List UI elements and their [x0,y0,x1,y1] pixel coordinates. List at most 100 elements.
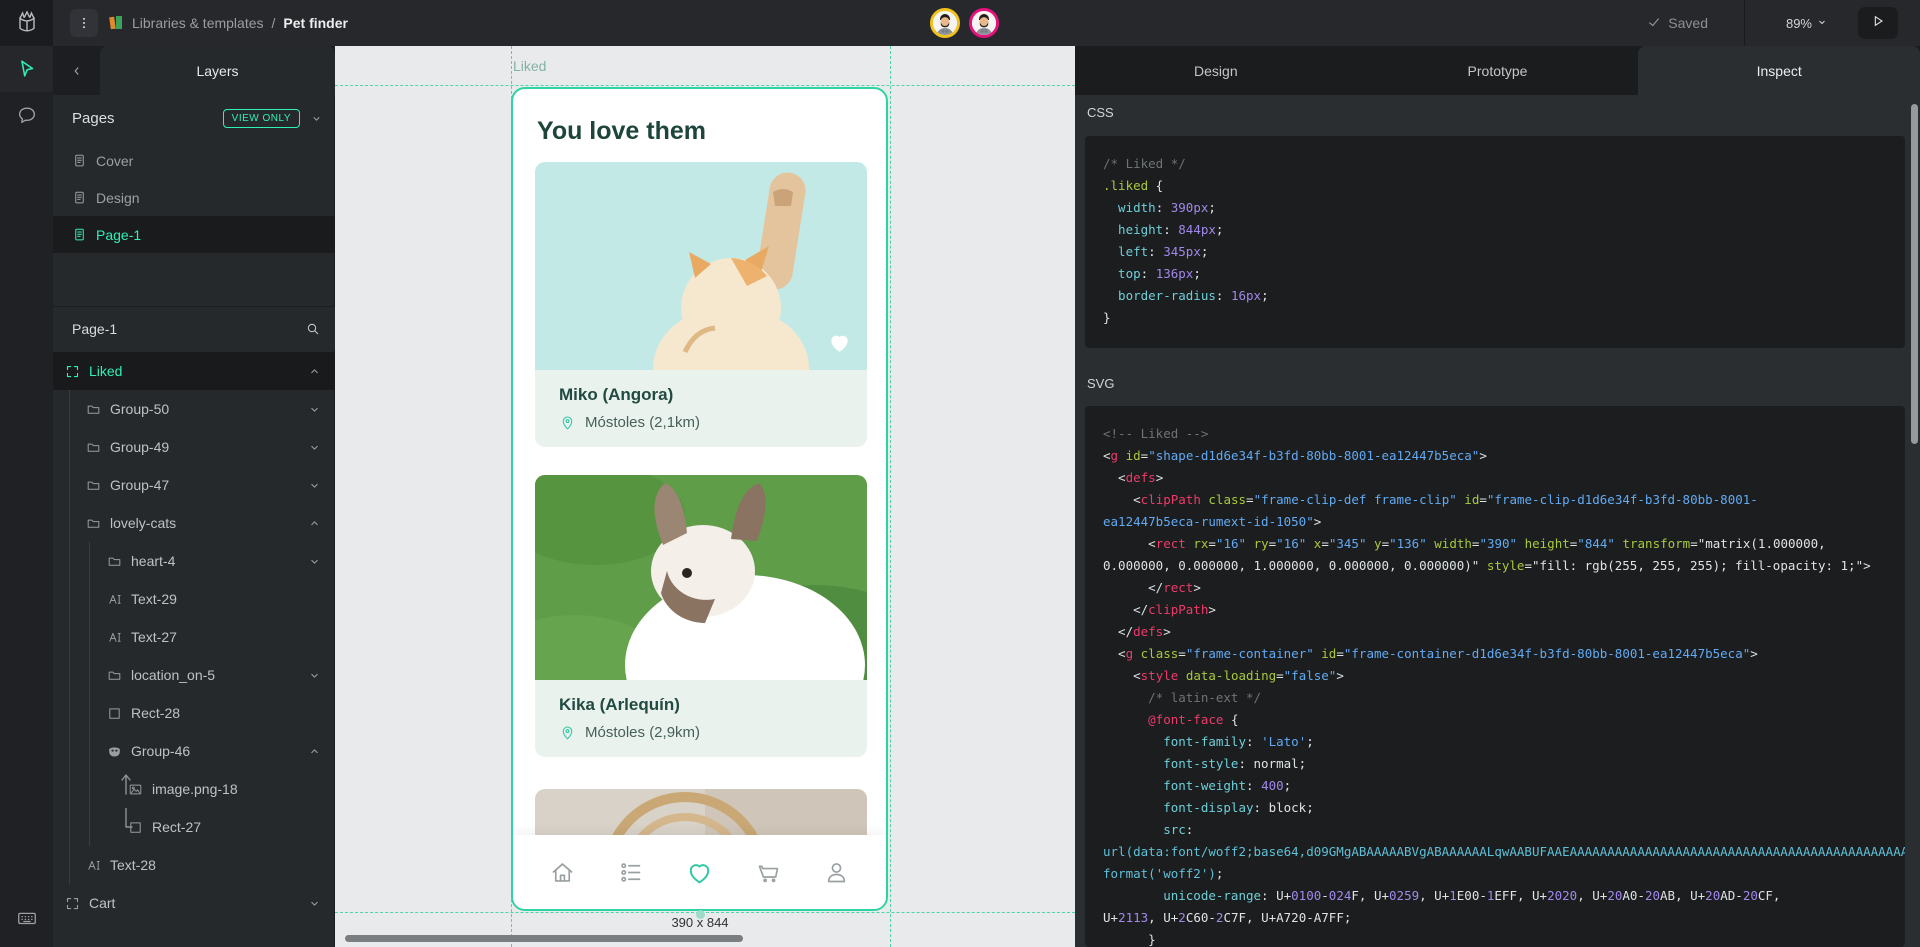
penpot-logo[interactable] [0,0,53,46]
layers-tab[interactable]: Layers [100,46,335,95]
library-icon [108,15,124,31]
tab-design[interactable]: Design [1075,46,1357,95]
layer-label: location_on-5 [131,667,215,683]
canvas[interactable]: Liked You love them Miko (Angora)Móstole… [335,46,1075,947]
active-users [930,8,999,38]
layer-row-group-47[interactable]: Group-47 [53,466,335,504]
save-status-label: Saved [1668,15,1708,31]
layer-row-location_on-5[interactable]: location_on-5 [53,656,335,694]
layer-row-text-29[interactable]: Text-29 [53,580,335,618]
chevron-down-icon[interactable] [308,479,321,492]
inspect-panel-scrollbar[interactable] [1911,104,1918,444]
screen-title: You love them [537,117,706,146]
text-layer-icon [107,630,122,645]
zoom-control[interactable]: 89% [1786,0,1828,46]
layer-label: Group-50 [110,401,169,417]
frame-label[interactable]: Liked [513,58,546,74]
indent-guide [69,390,70,428]
pet-location: Móstoles (2,1km) [559,414,843,431]
guide-bottom [335,912,1075,913]
layer-row-liked[interactable]: Liked [53,352,335,390]
nav-user-icon[interactable] [823,859,850,886]
mask-link-indicator [107,808,121,846]
layer-row-rect-27[interactable]: Rect-27 [53,808,335,846]
view-mode-button[interactable] [1858,7,1898,39]
nav-cart-icon[interactable] [755,859,782,886]
indent-guide [89,580,90,618]
indent-guide [69,770,70,808]
pet-card[interactable]: Kika (Arlequín)Móstoles (2,9km) [535,475,867,757]
tab-prototype[interactable]: Prototype [1357,46,1639,95]
breadcrumb-file-name[interactable]: Pet finder [283,15,348,31]
chevron-down-icon[interactable] [308,669,321,682]
layer-label: Group-46 [131,743,190,759]
pages-collapse-chevron[interactable] [310,112,323,125]
folder-layer-icon [86,516,101,531]
layer-label: Text-28 [110,857,156,873]
indent-guide [89,618,90,656]
indent-guide [69,580,70,618]
layer-row-text-27[interactable]: Text-27 [53,618,335,656]
breadcrumb-project[interactable]: Libraries & templates [132,15,264,31]
page-item-cover[interactable]: Cover [53,142,335,179]
liked-frame[interactable]: You love them Miko (Angora)Móstoles (2,1… [511,87,888,911]
layer-row-group-50[interactable]: Group-50 [53,390,335,428]
folder-layer-icon [86,402,101,417]
layer-row-group-46[interactable]: Group-46 [53,732,335,770]
layer-row-cart[interactable]: Cart [53,884,335,922]
page-icon [72,190,87,205]
nav-heart-icon[interactable] [685,858,714,887]
nav-home-icon[interactable] [549,859,576,886]
collapse-panel-button[interactable] [53,46,100,95]
chevron-up-icon[interactable] [308,517,321,530]
current-page-title: Page-1 [72,321,305,337]
search-icon[interactable] [305,321,321,337]
layer-row-heart-4[interactable]: heart-4 [53,542,335,580]
layer-label: Rect-27 [152,819,201,835]
layer-label: Text-27 [131,629,177,645]
favorite-heart-icon[interactable] [826,329,853,356]
page-item-design[interactable]: Design [53,179,335,216]
zoom-level: 89% [1786,16,1812,31]
layer-row-lovely-cats[interactable]: lovely-cats [53,504,335,542]
layer-row-image.png-18[interactable]: image.png-18 [53,770,335,808]
breadcrumb: Libraries & templates / Pet finder [108,0,348,46]
shortcuts-button[interactable] [0,895,53,941]
indent-guide [69,846,70,884]
chevron-up-icon[interactable] [308,745,321,758]
indent-guide [89,656,90,694]
indent-guide [69,694,70,732]
user-avatar[interactable] [969,8,999,38]
css-code-block[interactable]: /* Liked */.liked { width: 390px; height… [1085,136,1905,348]
indent-guide [89,808,90,846]
chevron-up-icon[interactable] [308,365,321,378]
user-avatar[interactable] [930,8,960,38]
pet-card[interactable]: Miko (Angora)Móstoles (2,1km) [535,162,867,447]
view-only-badge: VIEW ONLY [223,109,300,128]
guide-top [335,85,1075,86]
mask-layer-icon [107,744,122,759]
chevron-down-icon[interactable] [308,555,321,568]
chevron-down-icon[interactable] [308,441,321,454]
tab-inspect[interactable]: Inspect [1638,46,1920,95]
nav-list-icon[interactable] [617,859,644,886]
comment-tool[interactable] [0,92,53,138]
chevron-down-icon[interactable] [308,897,321,910]
indent-guide [69,542,70,580]
page-label: Design [96,190,140,206]
favorite-heart-icon[interactable] [826,639,853,666]
layer-row-text-28[interactable]: Text-28 [53,846,335,884]
indent-guide [69,428,70,466]
svg-code-block[interactable]: <!-- Liked --><g id="shape-d1d6e34f-b3fd… [1085,406,1905,947]
layer-row-rect-28[interactable]: Rect-28 [53,694,335,732]
page-item-page-1[interactable]: Page-1 [53,216,335,253]
layer-row-group-49[interactable]: Group-49 [53,428,335,466]
canvas-horizontal-scrollbar[interactable] [345,935,743,942]
chevron-down-icon[interactable] [308,403,321,416]
indent-guide [69,504,70,542]
board-layer-icon [65,896,80,911]
main-menu-button[interactable] [70,9,98,37]
pointer-tool[interactable] [0,46,53,92]
layer-label: Group-47 [110,477,169,493]
chevron-down-icon [1816,16,1828,31]
